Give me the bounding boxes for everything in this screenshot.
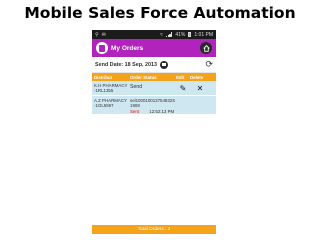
slide-title: Mobile Sales Force Automation	[24, 4, 296, 22]
calendar-icon[interactable]	[160, 60, 169, 69]
header-order-status: Order Status	[130, 74, 157, 80]
notification-icon: ✉	[101, 31, 106, 38]
order-status: Send	[130, 84, 143, 91]
distributor-code: -1RL1355	[94, 88, 114, 93]
home-icon[interactable]	[200, 42, 212, 54]
distributor-code: -1OL5597	[94, 103, 114, 109]
phone-screen: ⚲ ✉ ≈ 41% 1:01 PM My Orders Send Date: 1…	[92, 30, 216, 240]
distributor-cell: K.H PHARMACY -1RL1355	[94, 83, 130, 94]
edit-icon[interactable]: ✎	[176, 84, 190, 93]
signal-icon	[165, 32, 173, 37]
clipboard-icon	[96, 42, 108, 54]
date-filter-bar: Send Date: 18 Sep, 2013 ⟳	[92, 57, 216, 73]
refresh-icon[interactable]: ⟳	[205, 60, 213, 69]
delete-icon[interactable]: ✕	[190, 84, 210, 93]
battery-icon	[188, 32, 192, 37]
order-time: 12:52:13 PM	[149, 108, 175, 114]
app-title: My Orders	[111, 44, 144, 52]
wifi-icon: ≈	[160, 31, 163, 38]
status-bar: ⚲ ✉ ≈ 41% 1:01 PM	[92, 30, 216, 39]
distributor-cell: A.Z PHARMACY -1OL5597	[94, 98, 130, 109]
table-row[interactable]: A.Z PHARMACY -1OL5597 sel100010013754832…	[92, 95, 216, 114]
header-delete: Delete	[190, 74, 204, 80]
app-bar: My Orders	[92, 39, 216, 57]
header-edit: Edit	[176, 74, 185, 80]
total-orders-bar: Total Orders : 2	[92, 225, 216, 234]
order-status-cell: sel100010013754832S 1908 Sent 12:52:13 P…	[130, 98, 176, 114]
table-row[interactable]: K.H PHARMACY -1RL1355 Send ✎ ✕	[92, 81, 216, 95]
order-status: Sent	[130, 108, 140, 114]
usb-icon: ⚲	[95, 31, 99, 38]
table-header: Distribut Order Status Edit Delete	[92, 73, 216, 81]
header-distributor: Distribut	[94, 74, 113, 80]
battery-percent: 41%	[175, 31, 186, 38]
status-time: 1:01 PM	[194, 31, 213, 38]
send-date-label: Send Date: 18 Sep, 2013	[95, 61, 158, 68]
